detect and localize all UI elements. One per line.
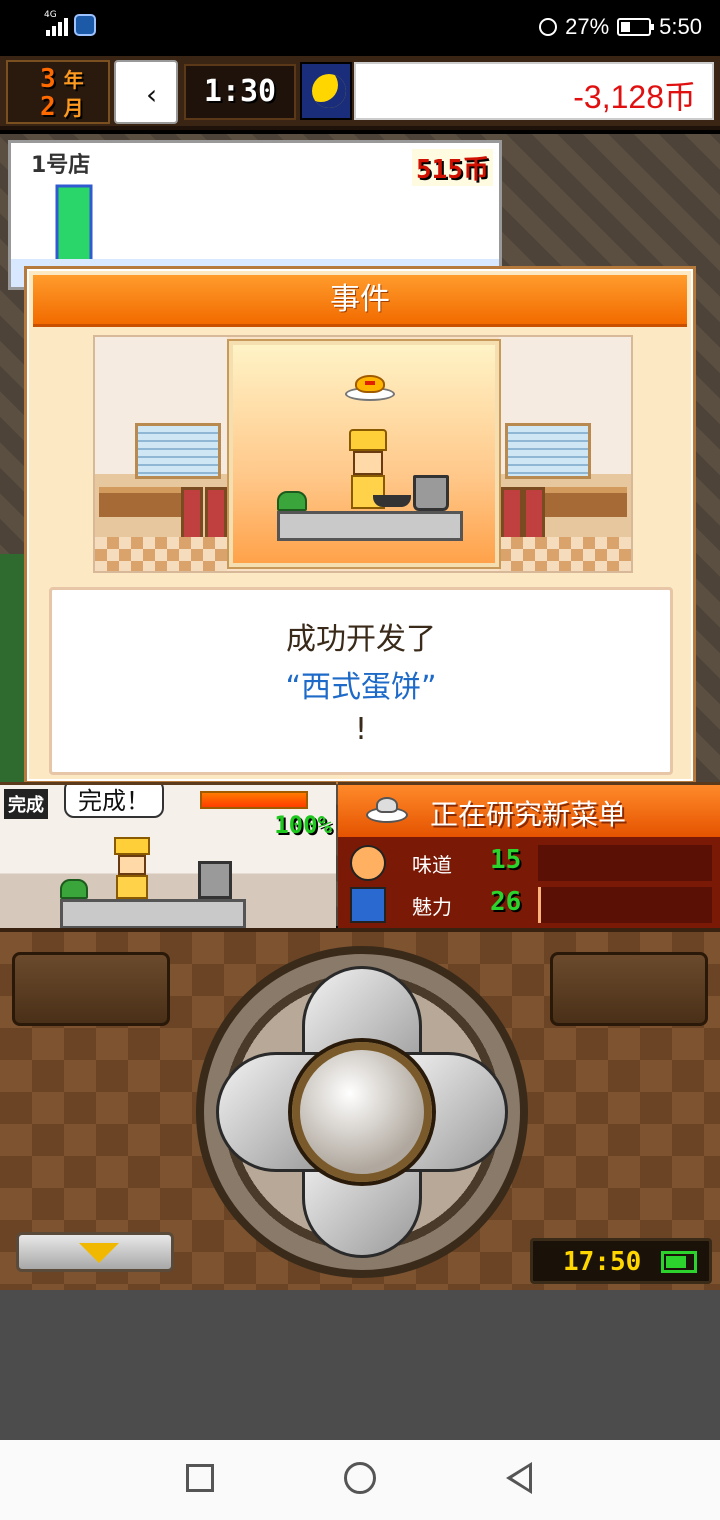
month-unit: 月 <box>63 96 84 120</box>
charm-icon <box>350 887 386 923</box>
battery-icon <box>617 18 655 36</box>
chevron-down-icon <box>79 1243 119 1263</box>
kitchen-counter <box>277 511 463 541</box>
covered-plate-icon <box>366 797 408 825</box>
game-top-bar: 3 年 2 月 ‹ 1:30 -3,128币 <box>0 56 720 130</box>
recent-apps-button[interactable] <box>186 1464 214 1492</box>
dpad-center-button[interactable] <box>292 1042 432 1182</box>
year-unit: 年 <box>63 68 84 92</box>
signal-icon: 4G <box>44 10 68 36</box>
event-dialog[interactable]: 事件 成功开发了 “西式蛋饼” ! <box>24 266 696 784</box>
message-line-3: ! <box>354 712 368 747</box>
event-message-box[interactable]: 成功开发了 “西式蛋饼” ! <box>49 587 673 775</box>
device-clock-time: 17:50 <box>563 1247 642 1277</box>
taste-icon <box>350 845 386 881</box>
event-header: 事件 <box>33 275 687 327</box>
stat-value: 26 <box>490 887 522 917</box>
research-title: 正在研究新菜单 <box>430 798 627 831</box>
research-progress-bar <box>200 791 308 809</box>
stat-bar <box>538 845 712 881</box>
stat-value: 15 <box>490 845 522 875</box>
stat-row-charm: 魅力 26 <box>348 885 712 925</box>
scene-dining-left <box>95 337 227 571</box>
status-bar: 4G 27% 5:50 <box>0 0 720 56</box>
virtual-controller: 17:50 <box>0 928 720 1290</box>
system-nav-bar <box>0 1440 720 1520</box>
date-display: 3 年 2 月 <box>6 60 110 124</box>
back-button[interactable] <box>506 1462 532 1494</box>
status-time: 5:50 <box>659 14 702 39</box>
stat-label: 魅力 <box>412 895 452 919</box>
chef-sprite <box>112 837 152 899</box>
money-amount: -3,128币 <box>573 79 696 115</box>
research-panel[interactable]: 正在研究新菜单 味道 15 魅力 26 <box>338 782 720 928</box>
left-shoulder-button[interactable] <box>12 952 170 1026</box>
network-label: 4G <box>44 10 57 20</box>
scene-dining-right <box>499 337 631 571</box>
menu-toggle-button[interactable] <box>16 1232 174 1272</box>
month-number: 2 <box>40 92 56 122</box>
night-moon-icon <box>300 62 352 120</box>
store-name: 1号店 <box>31 153 91 178</box>
battery-percent: 27% <box>565 14 610 39</box>
sales-bar <box>55 184 93 269</box>
research-header: 正在研究新菜单 <box>338 785 720 837</box>
done-tag: 完成 <box>4 789 48 819</box>
stat-row-taste: 味道 15 <box>348 843 712 883</box>
done-speech-bubble: 完成！ <box>64 785 164 818</box>
year-number: 3 <box>40 64 56 94</box>
game-time: 1:30 <box>184 64 296 120</box>
clock-icon: ‹ <box>114 60 178 124</box>
omelette-icon <box>345 373 395 403</box>
vegetable-icon <box>277 491 307 511</box>
kitchen-status-panel[interactable]: 完成 完成！ 100% <box>0 782 336 928</box>
scene-kitchen-frame <box>227 339 501 569</box>
pot-icon <box>413 475 449 511</box>
data-saver-icon <box>539 18 558 36</box>
money-display: -3,128币 <box>354 62 714 120</box>
store-sales: 515币 <box>412 149 493 186</box>
progress-fill <box>202 793 306 807</box>
stat-fill <box>538 887 541 923</box>
right-shoulder-button[interactable] <box>550 952 708 1026</box>
dish-name: “西式蛋饼” <box>285 670 437 705</box>
home-button[interactable] <box>344 1462 376 1494</box>
stat-label: 味道 <box>412 853 452 877</box>
device-clock-display: 17:50 <box>530 1238 712 1284</box>
event-title: 事件 <box>330 282 390 317</box>
vegetable-icon <box>60 879 88 899</box>
progress-percent: 100% <box>274 811 332 839</box>
stat-bar <box>538 887 712 923</box>
kitchen-counter <box>60 899 246 928</box>
pot-icon <box>198 861 232 899</box>
dpad <box>196 946 528 1278</box>
app-notification-icon <box>74 14 96 36</box>
pan-icon <box>373 495 411 507</box>
message-line-1: 成功开发了 <box>286 622 436 657</box>
battery-icon <box>661 1251 697 1273</box>
event-scene-image <box>93 335 633 573</box>
empty-area <box>0 1290 720 1440</box>
